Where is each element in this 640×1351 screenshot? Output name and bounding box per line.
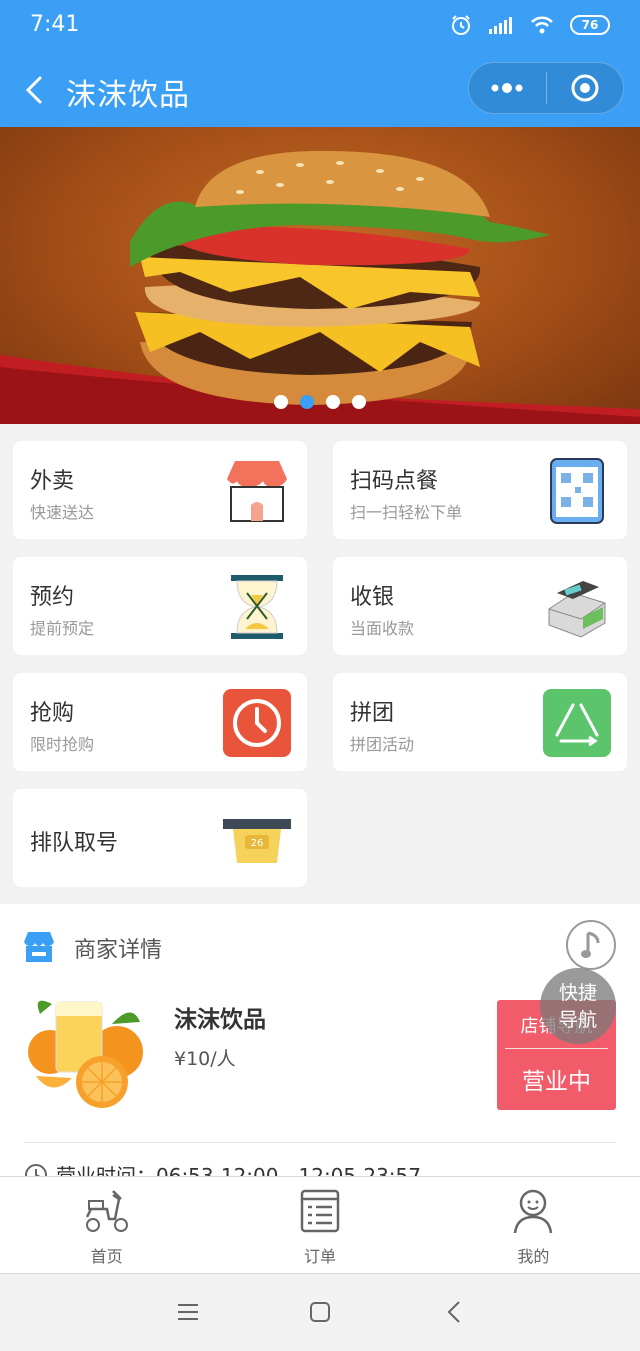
shop-icon [24, 932, 54, 962]
music-button[interactable] [566, 920, 616, 970]
tile-subtitle: 拼团活动 [350, 735, 415, 754]
open-status: 营业中 [522, 1069, 591, 1095]
clock-small-icon [25, 1163, 47, 1176]
tile-group-buy[interactable]: 拼团 拼团活动 [333, 673, 627, 771]
target-close-icon [571, 74, 599, 102]
tile-subtitle: 提前预定 [30, 619, 95, 638]
business-hours: 营业时间：06:53-12:00，12:05-23:57 [24, 1160, 421, 1176]
tab-home[interactable]: 首页 [0, 1177, 213, 1273]
tile-queue-number[interactable]: 排队取号 26 [13, 789, 307, 887]
tile-title: 扫码点餐 [350, 469, 439, 494]
tile-title: 预约 [30, 585, 75, 610]
business-hours-text: 营业时间：06:53-12:00，12:05-23:57 [56, 1164, 421, 1176]
back-triangle-icon[interactable] [445, 1300, 465, 1324]
music-note-icon [581, 931, 600, 958]
tile-takeout[interactable]: 外卖 快速送达 [13, 441, 307, 539]
app-header: 沫沫饮品 [0, 52, 640, 127]
alarm-icon [452, 15, 470, 35]
qr-phone-icon [550, 458, 604, 524]
tile-title: 收银 [350, 585, 395, 610]
tab-label: 我的 [517, 1247, 550, 1266]
tab-mine[interactable]: 我的 [427, 1177, 640, 1273]
more-button[interactable] [469, 62, 546, 114]
carousel-indicators [0, 395, 640, 409]
group-triangle-icon [543, 689, 611, 757]
carousel-dot[interactable] [274, 395, 288, 409]
tab-bar: 首页 订单 我的 [0, 1176, 640, 1274]
tile-subtitle: 快速送达 [30, 503, 95, 522]
back-arrow-icon[interactable] [20, 70, 50, 110]
home-square-icon[interactable] [309, 1301, 331, 1323]
cash-counter-icon [548, 581, 606, 638]
more-dots-icon [491, 83, 523, 93]
tile-subtitle: 当面收款 [350, 619, 415, 638]
queue-ticket-icon: 26 [223, 819, 291, 863]
clock-icon [223, 689, 291, 757]
wifi-icon [531, 16, 553, 34]
tile-subtitle: 限时抢购 [30, 735, 95, 754]
tile-title: 抢购 [30, 701, 75, 726]
menu-icon[interactable] [176, 1302, 200, 1322]
tile-reserve[interactable]: 预约 提前预定 [13, 557, 307, 655]
tab-orders[interactable]: 订单 [213, 1177, 426, 1273]
quick-nav-button[interactable]: 快捷 导航 [540, 968, 616, 1044]
banner-carousel[interactable] [0, 127, 640, 424]
status-icons: 76 [450, 14, 610, 36]
carousel-dot[interactable] [352, 395, 366, 409]
tile-flash-sale[interactable]: 抢购 限时抢购 [13, 673, 307, 771]
system-navigation-bar [0, 1274, 640, 1351]
tile-scan-order[interactable]: 扫码点餐 扫一扫轻松下单 [333, 441, 627, 539]
tile-title: 外卖 [30, 469, 75, 494]
svg-text:26: 26 [251, 838, 264, 849]
shop-image [28, 1000, 143, 1108]
tile-title: 拼团 [350, 701, 395, 726]
carousel-dot-active[interactable] [300, 395, 314, 409]
shop-name: 沫沫饮品 [174, 1007, 266, 1033]
status-bar: 7:41 76 [0, 0, 640, 52]
tab-label: 订单 [303, 1247, 336, 1266]
page-title: 沫沫饮品 [66, 78, 190, 113]
burger-image [0, 150, 640, 424]
section-divider [24, 1142, 616, 1143]
order-list-icon [300, 1189, 340, 1233]
section-title: 商家详情 [74, 938, 163, 963]
person-icon [514, 1189, 553, 1234]
scooter-icon [85, 1190, 128, 1232]
quick-nav-label-2: 导航 [558, 1009, 597, 1031]
battery-level: 76 [581, 18, 599, 32]
carousel-dot[interactable] [326, 395, 340, 409]
status-time: 7:41 [30, 12, 80, 37]
close-button[interactable] [547, 62, 624, 114]
tab-label: 首页 [90, 1247, 123, 1266]
price-per-person: ¥10/人 [174, 1048, 236, 1070]
quick-nav-label-1: 快捷 [558, 982, 597, 1004]
merchant-section: 商家详情 沫沫饮品 ¥10/人 店铺导航 营业中 营业时间：06:53-12:0… [0, 904, 640, 1176]
mini-program-capsule [468, 62, 624, 114]
signal-icon [489, 17, 512, 34]
battery-icon: 76 [570, 15, 610, 35]
tile-cashier[interactable]: 收银 当面收款 [333, 557, 627, 655]
tile-subtitle: 扫一扫轻松下单 [350, 503, 463, 522]
tile-title: 排队取号 [30, 831, 119, 856]
hourglass-icon [231, 575, 283, 639]
storefront-icon [227, 461, 287, 522]
status-divider [505, 1048, 608, 1049]
